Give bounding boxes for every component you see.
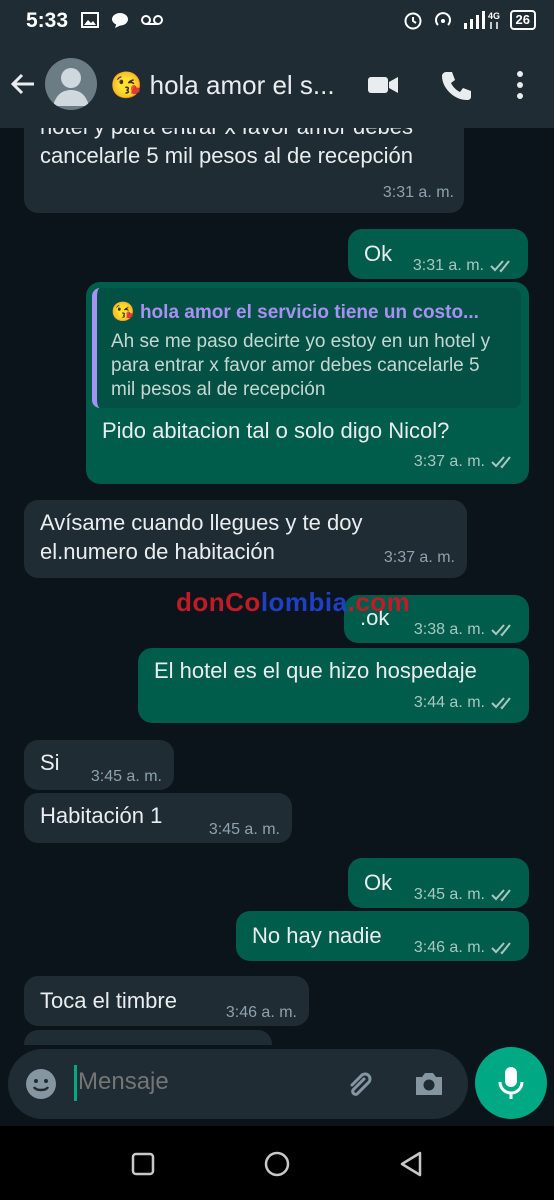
message-outgoing-reply[interactable]: 😘 hola amor el servicio tiene un costo..…: [86, 282, 529, 484]
double-check-icon: [491, 941, 511, 954]
contact-emoji: 😘: [110, 70, 143, 100]
svg-text:4G: 4G: [488, 11, 500, 21]
quote-author: hola amor el servicio tiene un costo...: [139, 302, 479, 323]
double-check-icon: [491, 696, 511, 709]
message-text: Ok: [364, 241, 393, 266]
contact-title[interactable]: 😘 hola amor el s...: [110, 70, 335, 101]
signal-icon: 4G: [463, 11, 500, 29]
message-time: 3:37 a. m.: [413, 453, 485, 470]
attach-icon[interactable]: [344, 1067, 378, 1106]
message-incoming-partial[interactable]: [24, 1030, 272, 1045]
video-call-icon[interactable]: [366, 68, 400, 107]
quote-emoji: 😘: [111, 302, 135, 323]
message-time: 3:31 a. m.: [382, 184, 454, 201]
message-time: 3:46 a. m.: [413, 939, 485, 956]
message-time: 3:37 a. m.: [383, 549, 455, 566]
gallery-icon: [81, 12, 99, 28]
message-time: 3:46 a. m.: [225, 1004, 297, 1021]
emoji-icon[interactable]: [24, 1067, 58, 1106]
message-incoming[interactable]: Avísame cuando llegues y te doy el.numer…: [24, 500, 467, 578]
voicemail-icon: [141, 15, 163, 25]
quote-text: Ah se me paso decirte yo estoy en un hot…: [111, 331, 491, 400]
message-time: 3:44 a. m.: [413, 694, 485, 711]
alarm-icon: [404, 12, 422, 30]
message-time: 3:45 a. m.: [413, 886, 485, 903]
avatar[interactable]: [45, 58, 97, 110]
message-input[interactable]: [76, 1067, 320, 1097]
message-text: Si: [40, 750, 60, 775]
notification-icons: [80, 10, 164, 30]
phone-icon[interactable]: [440, 68, 472, 107]
back-arrow-icon[interactable]: [8, 69, 38, 104]
message-outgoing[interactable]: Ok 3:31 a. m.: [348, 229, 528, 279]
message-text: Pido abitacion tal o solo digo Nicol?: [102, 418, 450, 443]
quoted-message[interactable]: 😘 hola amor el servicio tiene un costo..…: [92, 288, 521, 408]
double-check-icon: [491, 888, 511, 901]
message-time: 3:38 a. m.: [413, 621, 485, 638]
message-outgoing[interactable]: No hay nadie 3:46 a. m.: [236, 911, 529, 961]
message-text: El hotel es el que hizo hospedaje: [154, 658, 477, 683]
hotspot-icon: [434, 12, 451, 26]
chat-bubble-icon: [112, 13, 128, 28]
mic-button[interactable]: [475, 1047, 547, 1119]
message-outgoing[interactable]: El hotel es el que hizo hospedaje 3:44 a…: [138, 648, 529, 723]
message-text: hotel y para entrar x favor amor debes c…: [40, 128, 413, 168]
message-incoming[interactable]: Habitación 1 3:45 a. m.: [24, 793, 292, 843]
status-time: 5:33: [26, 9, 69, 32]
message-incoming[interactable]: Si 3:45 a. m.: [24, 740, 174, 790]
message-composer: [8, 1049, 468, 1119]
message-text: Ok: [364, 870, 393, 895]
home-icon[interactable]: [263, 1150, 291, 1183]
message-text: Toca el timbre: [40, 988, 177, 1013]
message-text: No hay nadie: [252, 923, 382, 948]
double-check-icon: [490, 259, 510, 272]
recents-icon[interactable]: [130, 1151, 156, 1182]
camera-icon[interactable]: [412, 1067, 446, 1106]
message-outgoing[interactable]: Ok 3:45 a. m.: [348, 858, 529, 908]
system-icons: 4G 26: [402, 9, 536, 31]
message-text: Avísame cuando llegues y te doy el.numer…: [40, 510, 363, 564]
status-bar: 5:33 4G 26: [0, 0, 554, 44]
back-nav-icon[interactable]: [397, 1150, 425, 1183]
double-check-icon: [491, 455, 511, 468]
mic-icon: [498, 1067, 524, 1099]
message-incoming[interactable]: Toca el timbre 3:46 a. m.: [24, 976, 309, 1026]
system-navigation-bar: [0, 1126, 554, 1200]
message-time: 3:45 a. m.: [90, 768, 162, 785]
message-time: 3:31 a. m.: [412, 257, 484, 274]
message-time: 3:45 a. m.: [208, 821, 280, 838]
more-options-icon[interactable]: [510, 68, 530, 107]
contact-name: hola amor el s...: [149, 70, 335, 100]
double-check-icon: [491, 623, 511, 636]
watermark: donColombia.com: [176, 587, 411, 617]
battery-indicator: 26: [509, 10, 536, 30]
chat-header: 😘 hola amor el s...: [0, 44, 554, 128]
message-text: Habitación 1: [40, 803, 163, 828]
message-incoming[interactable]: hotel y para entrar x favor amor debes c…: [24, 128, 464, 213]
